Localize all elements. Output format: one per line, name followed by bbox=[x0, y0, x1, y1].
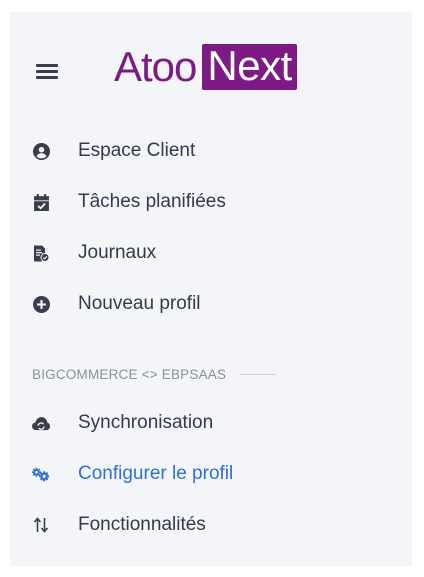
cogs-icon bbox=[32, 465, 50, 483]
sidebar: Atoo Next Espace Client Tâches planifiée… bbox=[10, 12, 412, 566]
section-header: BIGCOMMERCE <> EBPSAAS bbox=[32, 364, 277, 384]
file-log-icon bbox=[32, 244, 50, 262]
section-divider bbox=[240, 373, 277, 375]
user-circle-icon bbox=[32, 142, 50, 160]
sidebar-item-espace-client[interactable]: Espace Client bbox=[10, 133, 370, 169]
app-logo[interactable]: Atoo Next bbox=[114, 38, 297, 96]
sidebar-item-journaux[interactable]: Journaux bbox=[10, 235, 370, 271]
sidebar-item-label: Espace Client bbox=[78, 140, 196, 161]
sidebar-item-label: Tâches planifiées bbox=[78, 191, 226, 212]
hamburger-menu-icon[interactable] bbox=[36, 62, 62, 80]
section-header-label: BIGCOMMERCE <> EBPSAAS bbox=[32, 366, 227, 382]
sidebar-item-configurer-le-profil[interactable]: Configurer le profil bbox=[10, 456, 370, 492]
sidebar-item-label: Synchronisation bbox=[78, 412, 214, 433]
sort-arrows-icon bbox=[32, 516, 50, 534]
sidebar-item-synchronisation[interactable]: Synchronisation bbox=[10, 405, 370, 441]
plus-circle-icon bbox=[32, 295, 50, 313]
sidebar-item-label: Configurer le profil bbox=[78, 463, 234, 484]
sidebar-header: Atoo Next bbox=[10, 12, 412, 102]
cloud-sync-icon bbox=[32, 414, 50, 432]
logo-text-atoo: Atoo bbox=[114, 43, 197, 90]
sidebar-item-nouveau-profil[interactable]: Nouveau profil bbox=[10, 286, 370, 322]
calendar-check-icon bbox=[32, 193, 50, 211]
sidebar-item-label: Nouveau profil bbox=[78, 293, 201, 314]
sidebar-item-taches-planifiees[interactable]: Tâches planifiées bbox=[10, 184, 370, 220]
logo-text-next: Next bbox=[202, 44, 297, 90]
sidebar-item-label: Fonctionnalités bbox=[78, 514, 206, 535]
sidebar-item-label: Journaux bbox=[78, 242, 157, 263]
sidebar-item-fonctionnalites[interactable]: Fonctionnalités bbox=[10, 507, 370, 543]
